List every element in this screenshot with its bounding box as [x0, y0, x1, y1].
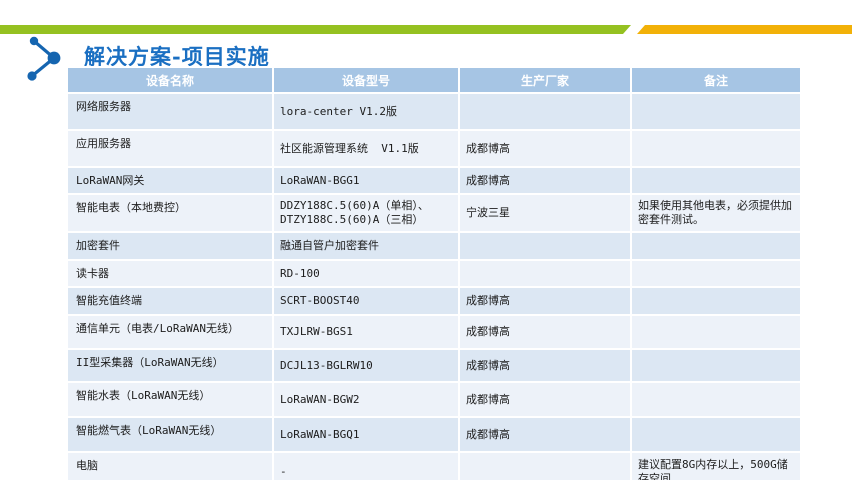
device-table: 设备名称 设备型号 生产厂家 备注 网络服务器lora-center V1.2版…: [66, 66, 802, 480]
table-row: 应用服务器社区能源管理系统 V1.1版成都博高: [67, 130, 801, 167]
cell-model: LoRaWAN-BGG1: [273, 167, 459, 194]
cell-model: DCJL13-BGLRW10: [273, 349, 459, 382]
top-accent-bar-gold: [637, 25, 852, 34]
cell-device-name: 智能电表（本地费控）: [67, 194, 273, 232]
network-nodes-icon: [14, 32, 70, 84]
column-header-manufacturer: 生产厂家: [459, 67, 631, 93]
cell-device-name: 智能水表（LoRaWAN无线）: [67, 382, 273, 417]
cell-model: SCRT-BOOST40: [273, 287, 459, 315]
cell-remark: [631, 315, 801, 349]
cell-manufacturer: [459, 260, 631, 287]
cell-device-name: 加密套件: [67, 232, 273, 260]
top-accent-bar-green: [0, 25, 631, 34]
cell-model: 社区能源管理系统 V1.1版: [273, 130, 459, 167]
cell-remark: [631, 417, 801, 452]
table-row: 读卡器RD-100: [67, 260, 801, 287]
cell-device-name: 通信单元（电表/LoRaWAN无线）: [67, 315, 273, 349]
table-row: 电脑- 建议配置8G内存以上，500G储存空间: [67, 452, 801, 480]
header-row: 设备名称 设备型号 生产厂家 备注: [67, 67, 801, 93]
device-table-body: 网络服务器lora-center V1.2版应用服务器社区能源管理系统 V1.1…: [67, 93, 801, 480]
cell-device-name: 应用服务器: [67, 130, 273, 167]
cell-remark: 建议配置8G内存以上，500G储存空间: [631, 452, 801, 480]
table-row: II型采集器（LoRaWAN无线）DCJL13-BGLRW10成都博高: [67, 349, 801, 382]
cell-device-name: 网络服务器: [67, 93, 273, 130]
table-row: 智能电表（本地费控）DDZY188C.5(60)A（单相）、 DTZY188C.…: [67, 194, 801, 232]
cell-remark: [631, 260, 801, 287]
cell-device-name: 读卡器: [67, 260, 273, 287]
cell-device-name: 智能充值终端: [67, 287, 273, 315]
cell-model: 融通自管户加密套件: [273, 232, 459, 260]
cell-model: RD-100: [273, 260, 459, 287]
cell-manufacturer: [459, 93, 631, 130]
cell-model: LoRaWAN-BGQ1: [273, 417, 459, 452]
cell-remark: [631, 130, 801, 167]
table-row: 网络服务器lora-center V1.2版: [67, 93, 801, 130]
cell-remark: [631, 232, 801, 260]
cell-model: TXJLRW-BGS1: [273, 315, 459, 349]
table-row: 加密套件融通自管户加密套件: [67, 232, 801, 260]
cell-remark: [631, 349, 801, 382]
cell-device-name: 智能燃气表（LoRaWAN无线）: [67, 417, 273, 452]
table-row: 通信单元（电表/LoRaWAN无线）TXJLRW-BGS1成都博高: [67, 315, 801, 349]
cell-model: -: [273, 452, 459, 480]
cell-device-name: LoRaWAN网关: [67, 167, 273, 194]
cell-manufacturer: 成都博高: [459, 417, 631, 452]
device-table-container: 设备名称 设备型号 生产厂家 备注 网络服务器lora-center V1.2版…: [66, 66, 802, 480]
cell-remark: [631, 93, 801, 130]
cell-model: LoRaWAN-BGW2: [273, 382, 459, 417]
table-row: 智能水表（LoRaWAN无线）LoRaWAN-BGW2成都博高: [67, 382, 801, 417]
cell-manufacturer: 宁波三星: [459, 194, 631, 232]
column-header-device-name: 设备名称: [67, 67, 273, 93]
cell-manufacturer: [459, 452, 631, 480]
cell-device-name: 电脑: [67, 452, 273, 480]
table-row: LoRaWAN网关LoRaWAN-BGG1成都博高: [67, 167, 801, 194]
cell-remark: [631, 167, 801, 194]
cell-remark: [631, 287, 801, 315]
cell-model: lora-center V1.2版: [273, 93, 459, 130]
cell-remark: 如果使用其他电表，必须提供加密套件测试。: [631, 194, 801, 232]
cell-manufacturer: 成都博高: [459, 315, 631, 349]
table-row: 智能燃气表（LoRaWAN无线）LoRaWAN-BGQ1成都博高: [67, 417, 801, 452]
table-row: 智能充值终端SCRT-BOOST40成都博高: [67, 287, 801, 315]
cell-manufacturer: [459, 232, 631, 260]
column-header-model: 设备型号: [273, 67, 459, 93]
cell-manufacturer: 成都博高: [459, 167, 631, 194]
cell-manufacturer: 成都博高: [459, 349, 631, 382]
cell-model: DDZY188C.5(60)A（单相）、 DTZY188C.5(60)A（三相）: [273, 194, 459, 232]
cell-device-name: II型采集器（LoRaWAN无线）: [67, 349, 273, 382]
cell-manufacturer: 成都博高: [459, 382, 631, 417]
cell-manufacturer: 成都博高: [459, 287, 631, 315]
cell-remark: [631, 382, 801, 417]
cell-manufacturer: 成都博高: [459, 130, 631, 167]
device-table-header: 设备名称 设备型号 生产厂家 备注: [67, 67, 801, 93]
column-header-remark: 备注: [631, 67, 801, 93]
slide: 解决方案-项目实施 设备名称 设备型号 生产厂家 备注 网络服务器lora-ce…: [0, 0, 852, 480]
